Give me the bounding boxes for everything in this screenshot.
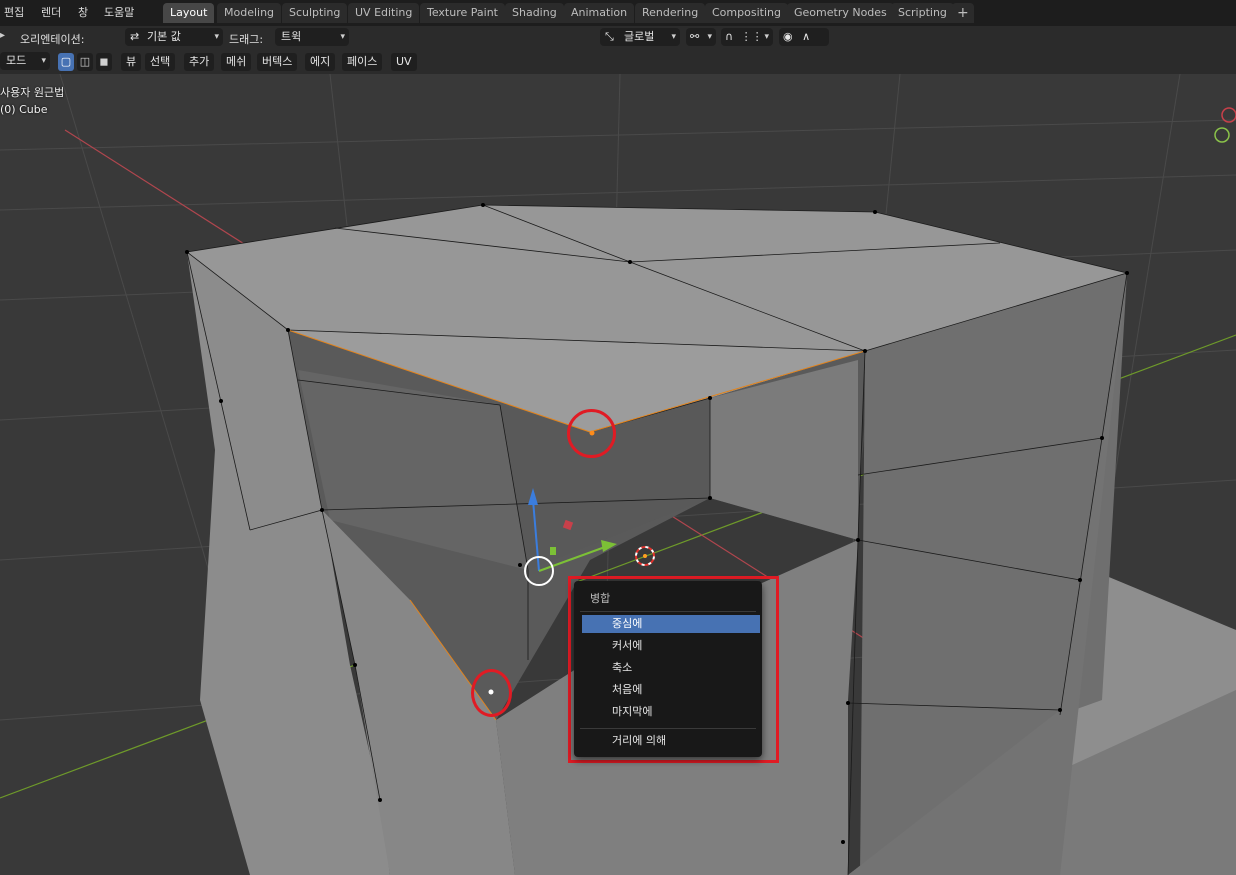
add-workspace-button[interactable]: +: [952, 3, 974, 23]
snapping-dropdown[interactable]: ∩ ⋮⋮ ▾: [721, 28, 773, 46]
drag-label: 드래그:: [229, 33, 264, 46]
transform-orientation-dropdown[interactable]: ⤡ 글로벌 ▾: [600, 28, 680, 46]
gizmo-axes-icon: ⇄: [130, 30, 140, 43]
proportional-editing-group[interactable]: ◉ ∧: [779, 28, 829, 46]
orientation-label: 오리엔테이션:: [20, 33, 85, 46]
chevron-down-icon: ▾: [340, 32, 345, 42]
menu-window[interactable]: 창: [78, 4, 88, 20]
menu-add[interactable]: 추가: [184, 53, 215, 71]
chevron-down-icon: ▾: [41, 56, 46, 66]
merge-collapse-option[interactable]: 축소: [582, 659, 760, 677]
face-select-icon[interactable]: ◼: [96, 53, 112, 71]
collapse-arrow-icon[interactable]: ▸: [0, 30, 5, 41]
menu-divider: [580, 728, 756, 729]
viewport-header: 모드 ▾ ▢ ◫ ◼ 뷰 선택 추가 메쉬 버텍스 에지 페이스 UV: [0, 50, 1236, 74]
falloff-curve-icon[interactable]: ∧: [802, 30, 810, 43]
pivot-point-dropdown[interactable]: ⚯ ▾: [686, 28, 716, 46]
mode-label: 모드: [6, 54, 27, 67]
drag-value: 트윅: [281, 30, 302, 43]
chevron-down-icon: ▾: [764, 32, 769, 42]
transform-orientation-value: 글로벌: [624, 30, 655, 43]
view-name: 사용자 원근법: [0, 86, 65, 99]
drag-dropdown[interactable]: 트윅 ▾: [275, 28, 349, 46]
menu-help[interactable]: 도움말: [104, 4, 134, 20]
3d-cursor-icon: [635, 546, 655, 566]
menu-select[interactable]: 선택: [145, 53, 176, 71]
chevron-down-icon: ▾: [707, 32, 712, 42]
tab-sculpting[interactable]: Sculpting: [282, 3, 348, 23]
tab-rendering[interactable]: Rendering: [635, 3, 706, 23]
merge-at-first-option[interactable]: 처음에: [582, 681, 760, 699]
top-bar: 편집 렌더 창 도움말 Layout Modeling Sculpting UV…: [0, 0, 1236, 26]
annotation-circle-bottom: [471, 669, 512, 717]
merge-at-cursor-option[interactable]: 커서에: [582, 637, 760, 655]
orientation-dropdown[interactable]: ⇄ 기본 값 ▾: [125, 28, 223, 46]
tab-shading[interactable]: Shading: [505, 3, 564, 23]
merge-menu: 병합 중심에 커서에 축소 처음에 마지막에 거리에 의해: [574, 581, 762, 757]
menu-face[interactable]: 페이스: [342, 53, 383, 71]
mode-dropdown[interactable]: 모드 ▾: [0, 52, 50, 70]
menu-mesh[interactable]: 메쉬: [221, 53, 252, 71]
chevron-down-icon: ▾: [671, 32, 676, 42]
tab-compositing[interactable]: Compositing: [705, 3, 788, 23]
magnet-icon: ∩: [725, 30, 734, 43]
tab-layout[interactable]: Layout: [163, 3, 215, 23]
merge-menu-title: 병합: [590, 592, 611, 605]
tab-animation[interactable]: Animation: [564, 3, 635, 23]
menu-render[interactable]: 렌더: [41, 4, 61, 20]
menu-divider: [580, 611, 756, 612]
menu-edge[interactable]: 에지: [305, 53, 336, 71]
tab-modeling[interactable]: Modeling: [217, 3, 282, 23]
menu-vertex[interactable]: 버텍스: [257, 53, 298, 71]
tool-settings-header: ▸ 오리엔테이션: ⇄ 기본 값 ▾ 드래그: 트윅 ▾ ⤡ 글로벌 ▾ ⚯ ▾…: [0, 26, 1236, 50]
merge-by-distance-option[interactable]: 거리에 의해: [582, 732, 760, 750]
proportional-edit-icon[interactable]: ◉: [783, 30, 793, 43]
nav-y-axis-icon[interactable]: [1214, 127, 1230, 143]
merge-at-last-option[interactable]: 마지막에: [582, 703, 760, 721]
menu-edit[interactable]: 편집: [4, 4, 24, 20]
annotation-circle-top: [567, 409, 616, 458]
tab-geometry-nodes[interactable]: Geometry Nodes: [787, 3, 894, 23]
chevron-down-icon: ▾: [214, 32, 219, 42]
tab-scripting[interactable]: Scripting: [891, 3, 954, 23]
vertex-select-icon[interactable]: ▢: [58, 53, 74, 71]
transform-axes-icon: ⤡: [605, 30, 614, 43]
menu-uv[interactable]: UV: [391, 53, 417, 71]
snap-grid-icon: ⋮⋮: [740, 30, 763, 43]
merge-at-center-option[interactable]: 중심에: [582, 615, 760, 633]
edge-select-icon[interactable]: ◫: [77, 53, 93, 71]
orientation-value: 기본 값: [147, 30, 181, 43]
menu-view[interactable]: 뷰: [121, 53, 142, 71]
tab-uv-editing[interactable]: UV Editing: [348, 3, 420, 23]
pivot-link-icon: ⚯: [690, 30, 700, 43]
object-info: (0) Cube: [0, 103, 48, 116]
tab-texture-paint[interactable]: Texture Paint: [420, 3, 505, 23]
